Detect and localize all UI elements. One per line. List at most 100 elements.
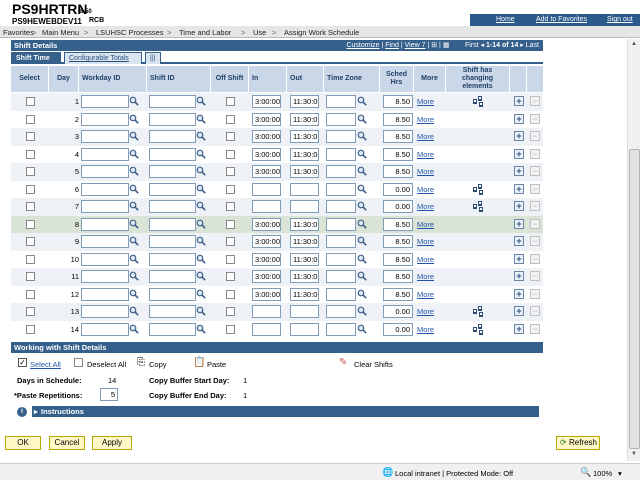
search-icon[interactable] (357, 289, 367, 299)
off-shift-checkbox[interactable] (226, 237, 235, 246)
search-icon[interactable] (196, 306, 206, 316)
copy-label[interactable]: Copy (149, 360, 167, 369)
search-icon[interactable] (129, 219, 139, 229)
search-icon[interactable] (129, 184, 139, 194)
more-link[interactable]: More (417, 307, 434, 316)
sched-hrs-input[interactable]: 0.00 (383, 182, 413, 196)
delete-row-icon[interactable]: − (530, 166, 540, 176)
changing-elements-icon[interactable] (472, 305, 486, 318)
instructions-label[interactable]: Instructions (41, 407, 84, 416)
in-time-input[interactable]: 3:00:00 (252, 217, 281, 231)
search-icon[interactable] (357, 131, 367, 141)
more-link[interactable]: More (417, 325, 434, 334)
changing-elements-icon[interactable] (472, 200, 486, 213)
search-icon[interactable] (357, 149, 367, 159)
in-time-input[interactable]: 3:00:00 (252, 95, 281, 108)
next-icon[interactable]: ▸ (520, 42, 524, 49)
search-icon[interactable] (129, 114, 139, 124)
search-icon[interactable] (129, 166, 139, 176)
search-icon[interactable] (129, 149, 139, 159)
view-all-link[interactable]: View 7 (405, 42, 426, 49)
search-icon[interactable] (129, 271, 139, 281)
off-shift-checkbox[interactable] (226, 114, 235, 124)
row-select-checkbox[interactable] (26, 167, 35, 176)
shift-id-input[interactable] (149, 252, 196, 266)
out-time-input[interactable]: 11:30:0 (290, 112, 319, 126)
apply-button[interactable]: Apply (92, 436, 132, 450)
search-icon[interactable] (357, 96, 367, 106)
time-zone-input[interactable] (326, 217, 356, 231)
out-time-input[interactable] (290, 305, 319, 318)
changing-elements-icon[interactable] (472, 95, 486, 108)
row-select-checkbox[interactable] (26, 254, 35, 264)
off-shift-checkbox[interactable] (226, 324, 235, 334)
sched-hrs-input[interactable]: 0.00 (383, 322, 413, 336)
search-icon[interactable] (196, 184, 206, 194)
ok-button[interactable]: OK (5, 436, 41, 450)
shift-id-input[interactable] (149, 270, 196, 283)
sched-hrs-input[interactable]: 0.00 (383, 305, 413, 318)
cancel-button[interactable]: Cancel (49, 436, 85, 450)
search-icon[interactable] (129, 96, 139, 106)
more-link[interactable]: More (417, 185, 434, 194)
in-time-input[interactable] (252, 305, 281, 318)
search-icon[interactable] (357, 219, 367, 229)
scroll-down-icon[interactable]: ▼ (631, 451, 637, 457)
time-zone-input[interactable] (326, 270, 356, 283)
time-zone-input[interactable] (326, 322, 356, 336)
expand-icon[interactable]: ▸ (34, 407, 38, 416)
time-zone-input[interactable] (326, 252, 356, 266)
row-select-checkbox[interactable] (26, 272, 35, 281)
row-select-checkbox[interactable] (26, 202, 35, 211)
in-time-input[interactable]: 3:00:00 (252, 270, 281, 283)
workday-id-input[interactable] (81, 112, 129, 126)
workday-id-input[interactable] (81, 322, 129, 336)
search-icon[interactable] (129, 324, 139, 334)
out-time-input[interactable] (290, 182, 319, 196)
search-icon[interactable] (196, 324, 206, 334)
shift-id-input[interactable] (149, 217, 196, 231)
row-select-checkbox[interactable] (26, 184, 35, 194)
more-link[interactable]: More (417, 150, 434, 159)
out-time-input[interactable] (290, 200, 319, 213)
changing-elements-icon[interactable] (472, 323, 486, 336)
sched-hrs-input[interactable]: 8.50 (383, 165, 413, 178)
tab-show-all-columns[interactable]: ||| (145, 52, 161, 64)
sched-hrs-input[interactable]: 0.00 (383, 200, 413, 213)
add-to-favorites-link[interactable]: Add to Favorites (536, 16, 587, 23)
more-link[interactable]: More (417, 220, 434, 229)
out-time-input[interactable]: 11:30:0 (290, 252, 319, 266)
search-icon[interactable] (196, 201, 206, 211)
shift-id-input[interactable] (149, 305, 196, 318)
sched-hrs-input[interactable]: 8.50 (383, 270, 413, 283)
search-icon[interactable] (357, 306, 367, 316)
deselect-all-checkbox[interactable] (74, 358, 83, 367)
out-time-input[interactable]: 11:30:0 (290, 130, 319, 143)
more-link[interactable]: More (417, 272, 434, 281)
in-time-input[interactable]: 3:00:00 (252, 235, 281, 248)
add-row-icon[interactable]: + (514, 288, 524, 299)
out-time-input[interactable]: 11:30:0 (290, 165, 319, 178)
row-select-checkbox[interactable] (26, 149, 35, 159)
workday-id-input[interactable] (81, 147, 129, 161)
add-row-icon[interactable]: + (514, 271, 524, 281)
changing-elements-icon[interactable] (472, 183, 486, 196)
deselect-all-label[interactable]: Deselect All (87, 360, 126, 369)
off-shift-checkbox[interactable] (226, 289, 235, 299)
sched-hrs-input[interactable]: 8.50 (383, 147, 413, 161)
search-icon[interactable] (357, 271, 367, 281)
paste-repetitions-input[interactable]: 5 (100, 388, 118, 401)
out-time-input[interactable]: 11:30:0 (290, 95, 319, 108)
sched-hrs-input[interactable]: 8.50 (383, 130, 413, 143)
add-row-icon[interactable]: + (514, 218, 524, 229)
delete-row-icon[interactable]: − (530, 201, 540, 211)
in-time-input[interactable]: 3:00:00 (252, 130, 281, 143)
workday-id-input[interactable] (81, 95, 129, 108)
search-icon[interactable] (129, 254, 139, 264)
add-row-icon[interactable]: + (514, 183, 524, 194)
add-row-icon[interactable]: + (514, 96, 524, 106)
add-row-icon[interactable]: + (514, 113, 524, 124)
shift-id-input[interactable] (149, 182, 196, 196)
out-time-input[interactable] (290, 322, 319, 336)
find-link[interactable]: Find (385, 42, 399, 49)
